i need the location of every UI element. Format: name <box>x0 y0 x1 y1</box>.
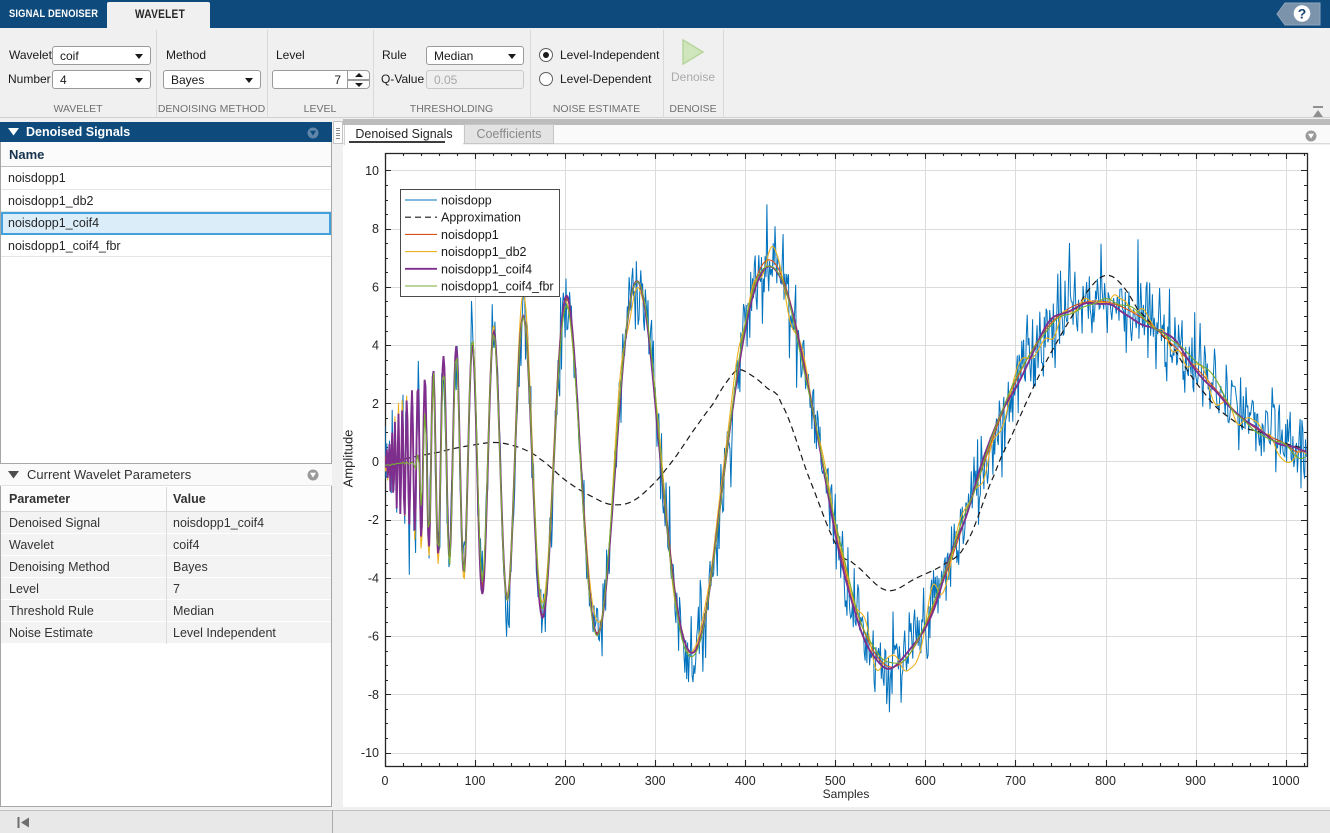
svg-text:noisdopp: noisdopp <box>441 194 492 208</box>
svg-text:?: ? <box>1298 6 1307 22</box>
svg-text:8: 8 <box>372 222 379 236</box>
svg-text:-2: -2 <box>368 513 379 527</box>
svg-text:-4: -4 <box>368 571 379 585</box>
svg-text:2: 2 <box>372 397 379 411</box>
svg-text:Amplitude: Amplitude <box>343 430 356 488</box>
svg-text:1000: 1000 <box>1272 774 1300 788</box>
svg-text:0: 0 <box>382 774 389 788</box>
svg-text:500: 500 <box>825 774 846 788</box>
svg-text:0: 0 <box>372 455 379 469</box>
svg-text:noisdopp1: noisdopp1 <box>441 228 499 242</box>
svg-text:4: 4 <box>372 339 379 353</box>
svg-text:-10: -10 <box>361 746 379 760</box>
svg-text:400: 400 <box>735 774 756 788</box>
svg-text:Samples: Samples <box>823 787 870 801</box>
svg-text:-8: -8 <box>368 688 379 702</box>
svg-text:noisdopp1_db2: noisdopp1_db2 <box>441 245 527 259</box>
svg-text:300: 300 <box>645 774 666 788</box>
svg-text:100: 100 <box>465 774 486 788</box>
svg-text:10: 10 <box>365 164 379 178</box>
svg-text:700: 700 <box>1005 774 1026 788</box>
svg-text:900: 900 <box>1185 774 1206 788</box>
svg-text:600: 600 <box>915 774 936 788</box>
svg-text:Approximation: Approximation <box>441 211 521 225</box>
svg-text:6: 6 <box>372 280 379 294</box>
svg-text:noisdopp1_coif4: noisdopp1_coif4 <box>441 262 532 276</box>
svg-text:800: 800 <box>1095 774 1116 788</box>
svg-text:200: 200 <box>555 774 576 788</box>
svg-text:noisdopp1_coif4_fbr: noisdopp1_coif4_fbr <box>441 280 554 294</box>
svg-text:-6: -6 <box>368 630 379 644</box>
